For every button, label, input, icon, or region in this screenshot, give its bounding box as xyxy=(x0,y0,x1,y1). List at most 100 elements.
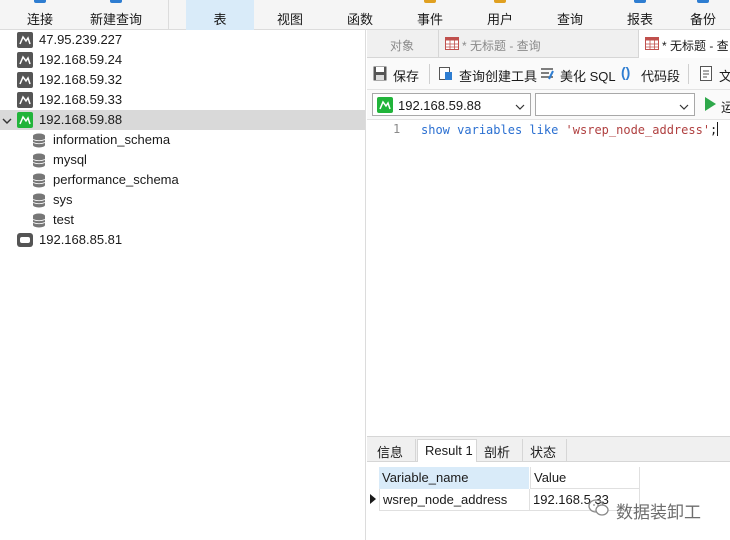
column-header-label: Value xyxy=(534,470,567,485)
sql-terminator: ; xyxy=(710,123,718,137)
connection-label: 192.168.59.33 xyxy=(39,92,123,107)
tab-query-1-label: * 无标题 - 查询 xyxy=(462,39,541,53)
chevron-down-icon[interactable] xyxy=(2,114,12,124)
event-label: 事件 xyxy=(416,12,443,27)
text-label: 文 xyxy=(719,69,730,83)
column-header-label: Variable_name xyxy=(382,470,469,485)
column-header[interactable]: Value xyxy=(530,467,640,489)
column-header[interactable]: Variable_name xyxy=(379,467,530,489)
connection-label: 192.168.59.88 xyxy=(39,112,123,127)
connection-label: 192.168.59.24 xyxy=(39,52,123,67)
snippet-button[interactable]: () 代码段 xyxy=(621,64,681,84)
connection-label: 192.168.85.81 xyxy=(39,232,123,247)
text-button[interactable]: 文 xyxy=(699,65,730,83)
chevron-down-icon xyxy=(679,100,689,110)
watermark-text: 数据装卸工 xyxy=(616,503,701,522)
table-label: 表 xyxy=(213,12,227,27)
tree-item-connection-selected[interactable]: 192.168.59.88 xyxy=(0,110,365,130)
chevron-down-icon xyxy=(515,100,525,110)
sql-code-line[interactable]: show variables like 'wsrep_node_address'… xyxy=(421,122,719,137)
tab-profile-label: 剖析 xyxy=(484,445,511,460)
user-label: 用户 xyxy=(486,12,513,27)
mysql-connection-icon xyxy=(17,52,33,68)
tree-item-connection[interactable]: 192.168.59.33 xyxy=(0,90,365,110)
table-button[interactable]: 表 xyxy=(186,0,254,30)
tree-item-connection[interactable]: 192.168.59.32 xyxy=(0,70,365,90)
table-cell[interactable]: wsrep_node_address xyxy=(379,489,530,511)
report-label: 报表 xyxy=(626,12,653,27)
database-icon xyxy=(32,173,46,188)
connect-label: 连接 xyxy=(26,12,53,27)
tab-result-1[interactable]: Result 1 xyxy=(417,439,477,462)
current-row-indicator xyxy=(370,494,376,504)
document-tabbar: 对象 * 无标题 - 查询 * 无标题 - 查 xyxy=(367,30,730,58)
database-label: performance_schema xyxy=(53,172,179,187)
ribbon-divider xyxy=(168,0,169,30)
line-number: 1 xyxy=(393,122,401,136)
event-button[interactable]: 事件 xyxy=(396,0,464,30)
tab-profile[interactable]: 剖析 xyxy=(477,439,523,462)
mysql-connection-open-icon xyxy=(377,97,393,113)
toolbar-divider xyxy=(688,64,689,84)
tree-item-database[interactable]: information_schema xyxy=(0,130,365,150)
new-query-label: 新建查询 xyxy=(89,12,142,27)
backup-button[interactable]: 备份 xyxy=(676,0,730,30)
beautify-sql-button[interactable]: 美化 SQL xyxy=(540,65,616,84)
sql-keyword: like xyxy=(529,123,559,137)
report-button[interactable]: 报表 xyxy=(606,0,674,30)
database-icon xyxy=(32,213,46,228)
connection-label: 47.95.239.227 xyxy=(39,32,123,47)
tree-item-connection[interactable]: 47.95.239.227 xyxy=(0,30,365,50)
query-builder-label: 查询创建工具 xyxy=(459,69,538,84)
function-button[interactable]: 函数 xyxy=(326,0,394,30)
text-cursor xyxy=(717,122,719,136)
query-button[interactable]: 查询 xyxy=(536,0,604,30)
tree-item-connection[interactable]: 192.168.59.24 xyxy=(0,50,365,70)
database-label: information_schema xyxy=(53,132,171,147)
sql-string: 'wsrep_node_address' xyxy=(565,123,711,137)
result-tabbar: 信息 Result 1 剖析 状态 xyxy=(367,436,730,462)
tree-item-connection[interactable]: 192.168.85.81 xyxy=(0,230,365,250)
sql-editor[interactable]: 1 show variables like 'wsrep_node_addres… xyxy=(367,120,730,465)
tab-status[interactable]: 状态 xyxy=(523,439,567,462)
backup-label: 备份 xyxy=(689,12,716,27)
tree-item-database[interactable]: performance_schema xyxy=(0,170,365,190)
backup-icon xyxy=(697,0,709,3)
tree-item-database[interactable]: test xyxy=(0,210,365,230)
database-select[interactable] xyxy=(535,93,695,116)
view-label: 视图 xyxy=(276,12,303,27)
query-grid-icon xyxy=(645,37,659,50)
report-icon xyxy=(634,0,646,3)
connect-button[interactable]: 连接 xyxy=(0,0,80,30)
chat-bubble-icon xyxy=(588,498,610,518)
database-label: sys xyxy=(53,192,73,207)
run-button[interactable]: 运 xyxy=(705,96,730,115)
text-doc-icon xyxy=(699,66,713,81)
save-button[interactable]: 保存 xyxy=(373,65,425,84)
query-builder-button[interactable]: 查询创建工具 xyxy=(439,65,538,84)
user-button[interactable]: 用户 xyxy=(466,0,534,30)
new-query-button[interactable]: 新建查询 xyxy=(80,0,152,30)
tab-objects-label: 对象 xyxy=(390,39,415,53)
event-icon xyxy=(424,0,436,3)
tree-item-database[interactable]: mysql xyxy=(0,150,365,170)
query-grid-icon xyxy=(445,37,459,50)
database-icon xyxy=(32,133,46,148)
tab-result-1-label: Result 1 xyxy=(425,443,473,458)
database-icon xyxy=(32,153,46,168)
tab-query-2[interactable]: * 无标题 - 查 xyxy=(639,30,730,58)
tab-info-label: 信息 xyxy=(377,445,404,460)
new-query-icon xyxy=(110,0,122,3)
tab-query-2-label: * 无标题 - 查 xyxy=(662,39,729,53)
connection-label: 192.168.59.32 xyxy=(39,72,123,87)
connection-select-value: 192.168.59.88 xyxy=(398,98,482,113)
connection-tree: 47.95.239.227 192.168.59.24 192.168.59.3… xyxy=(0,30,366,540)
view-button[interactable]: 视图 xyxy=(256,0,324,30)
tab-info[interactable]: 信息 xyxy=(370,439,416,462)
tab-objects[interactable]: 对象 xyxy=(367,30,439,58)
mysql-connection-icon xyxy=(17,92,33,108)
tree-item-database[interactable]: sys xyxy=(0,190,365,210)
connection-select[interactable]: 192.168.59.88 xyxy=(372,93,531,116)
save-label: 保存 xyxy=(393,69,420,84)
tab-query-1[interactable]: * 无标题 - 查询 xyxy=(439,30,639,58)
